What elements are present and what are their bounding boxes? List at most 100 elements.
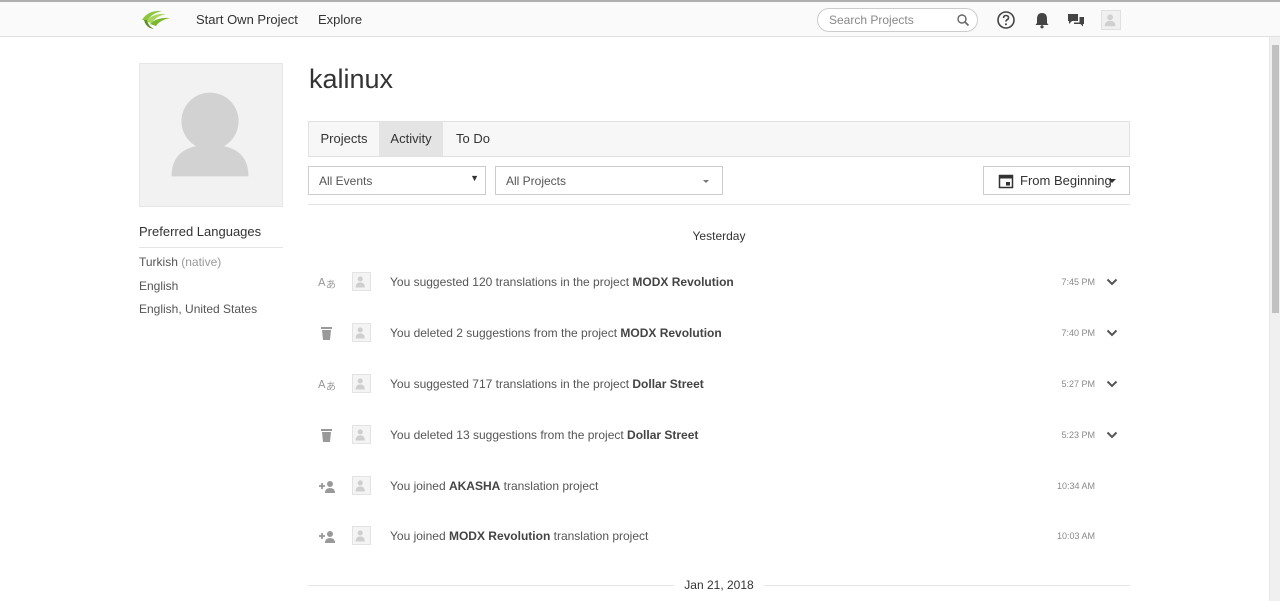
activity-text: You deleted 2 suggestions from the proje… bbox=[390, 326, 722, 340]
avatar[interactable] bbox=[352, 476, 371, 495]
user-silhouette-icon bbox=[355, 429, 365, 441]
page-scrollbar[interactable] bbox=[1269, 37, 1280, 601]
top-navbar: Start Own Project Explore bbox=[0, 0, 1280, 37]
activity-text-prefix: You suggested 120 translations in the pr… bbox=[390, 275, 633, 289]
avatar[interactable] bbox=[352, 425, 371, 444]
chevron-down-icon[interactable] bbox=[1106, 276, 1118, 288]
user-silhouette-icon bbox=[171, 92, 249, 177]
tab-projects[interactable]: Projects bbox=[309, 122, 379, 156]
activity-row: A あ You suggested 717 translations in th… bbox=[308, 370, 1130, 400]
language-name: English bbox=[139, 279, 179, 293]
activity-text-prefix: You deleted 13 suggestions from the proj… bbox=[390, 428, 628, 442]
activity-time: 10:34 AM bbox=[1056, 481, 1095, 491]
activity-text-suffix: translation project bbox=[500, 479, 599, 493]
trash-icon bbox=[321, 327, 332, 340]
activity-time: 5:27 PM bbox=[1061, 379, 1095, 389]
activity-text-prefix: You suggested 717 translations in the pr… bbox=[390, 377, 633, 391]
user-silhouette-icon bbox=[355, 378, 365, 390]
avatar[interactable] bbox=[352, 272, 371, 291]
activity-group-heading: Yesterday bbox=[692, 229, 746, 243]
dropdown-arrow-icon bbox=[703, 180, 709, 183]
user-silhouette-icon bbox=[355, 530, 365, 542]
caret-down-icon bbox=[1108, 179, 1116, 183]
preferred-languages-title: Preferred Languages bbox=[139, 224, 283, 248]
profile-avatar bbox=[139, 63, 283, 207]
chat-icon[interactable] bbox=[1066, 10, 1086, 30]
activity-text-prefix: You joined bbox=[390, 479, 449, 493]
activity-text: You joined MODX Revolution translation p… bbox=[390, 529, 648, 543]
activity-group-heading-text: Jan 21, 2018 bbox=[674, 578, 764, 592]
language-item: Turkish (native) bbox=[139, 255, 221, 269]
divider bbox=[308, 204, 1130, 205]
activity-row: You joined MODX Revolution translation p… bbox=[308, 522, 1130, 552]
profile-tabs: Projects Activity To Do bbox=[308, 121, 1130, 157]
activity-row: You deleted 2 suggestions from the proje… bbox=[308, 319, 1130, 349]
search-box bbox=[817, 8, 978, 32]
tab-todo[interactable]: To Do bbox=[443, 122, 503, 156]
language-item: English, United States bbox=[139, 302, 257, 316]
user-plus-icon bbox=[319, 531, 335, 543]
svg-text:A: A bbox=[318, 276, 326, 289]
language-item: English bbox=[139, 279, 178, 293]
dropdown-arrow-icon: ▼ bbox=[470, 173, 479, 183]
activity-text: You deleted 13 suggestions from the proj… bbox=[390, 428, 698, 442]
activity-project-link[interactable]: AKASHA bbox=[449, 479, 500, 493]
user-plus-icon bbox=[319, 481, 335, 493]
user-silhouette-icon bbox=[355, 327, 365, 339]
search-icon[interactable] bbox=[956, 13, 970, 27]
scrollbar-thumb[interactable] bbox=[1272, 45, 1279, 313]
activity-project-link[interactable]: Dollar Street bbox=[632, 377, 703, 391]
bell-icon[interactable] bbox=[1032, 10, 1052, 30]
help-icon[interactable] bbox=[996, 10, 1016, 30]
trash-icon bbox=[321, 429, 332, 442]
events-filter-select[interactable]: All Events ▼ bbox=[308, 166, 486, 195]
user-silhouette-icon bbox=[1104, 14, 1116, 27]
activity-project-link[interactable]: Dollar Street bbox=[627, 428, 698, 442]
avatar[interactable] bbox=[352, 374, 371, 393]
events-filter-value: All Events bbox=[319, 174, 373, 188]
calendar-icon bbox=[998, 174, 1014, 189]
activity-time: 7:40 PM bbox=[1061, 328, 1095, 338]
activity-time: 10:03 AM bbox=[1056, 531, 1095, 541]
activity-text: You joined AKASHA translation project bbox=[390, 479, 598, 493]
profile-username: kalinux bbox=[309, 64, 394, 94]
language-name: English, United States bbox=[139, 302, 258, 316]
activity-row: You joined AKASHA translation project 10… bbox=[308, 472, 1130, 502]
activity-row: A あ You suggested 120 translations in th… bbox=[308, 268, 1130, 298]
projects-filter-select[interactable]: All Projects bbox=[495, 166, 723, 195]
activity-time: 5:23 PM bbox=[1061, 430, 1095, 440]
svg-text:A: A bbox=[318, 378, 326, 391]
chevron-down-icon[interactable] bbox=[1106, 429, 1118, 441]
avatar[interactable] bbox=[352, 526, 371, 545]
activity-text-prefix: You deleted 2 suggestions from the proje… bbox=[390, 326, 621, 340]
activity-text-prefix: You joined bbox=[390, 529, 449, 543]
activity-project-link[interactable]: MODX Revolution bbox=[620, 326, 721, 340]
date-range-label: From Beginning bbox=[1020, 173, 1112, 188]
language-name: Turkish bbox=[139, 255, 178, 269]
activity-time: 7:45 PM bbox=[1061, 277, 1095, 287]
nav-start-own-project[interactable]: Start Own Project bbox=[196, 12, 298, 27]
tab-activity[interactable]: Activity bbox=[379, 122, 443, 156]
translate-icon: A あ bbox=[318, 378, 336, 392]
svg-text:あ: あ bbox=[326, 279, 336, 290]
avatar[interactable] bbox=[352, 323, 371, 342]
nav-explore[interactable]: Explore bbox=[318, 12, 362, 27]
activity-text-suffix: translation project bbox=[550, 529, 649, 543]
activity-project-link[interactable]: MODX Revolution bbox=[449, 529, 550, 543]
search-input[interactable] bbox=[829, 12, 953, 28]
user-silhouette-icon bbox=[355, 480, 365, 492]
activity-row: You deleted 13 suggestions from the proj… bbox=[308, 421, 1130, 451]
chevron-down-icon[interactable] bbox=[1106, 378, 1118, 390]
projects-filter-value: All Projects bbox=[506, 174, 567, 188]
activity-text: You suggested 120 translations in the pr… bbox=[390, 275, 734, 289]
translate-icon: A あ bbox=[318, 276, 336, 290]
logo-icon[interactable] bbox=[140, 8, 174, 32]
user-silhouette-icon bbox=[355, 276, 365, 288]
activity-group-heading: Jan 21, 2018 bbox=[308, 578, 1130, 592]
language-native-note: (native) bbox=[181, 255, 222, 269]
date-range-button[interactable]: From Beginning bbox=[983, 166, 1130, 195]
activity-project-link[interactable]: MODX Revolution bbox=[632, 275, 733, 289]
chevron-down-icon[interactable] bbox=[1106, 327, 1118, 339]
activity-text: You suggested 717 translations in the pr… bbox=[390, 377, 704, 391]
user-avatar[interactable] bbox=[1101, 10, 1121, 30]
